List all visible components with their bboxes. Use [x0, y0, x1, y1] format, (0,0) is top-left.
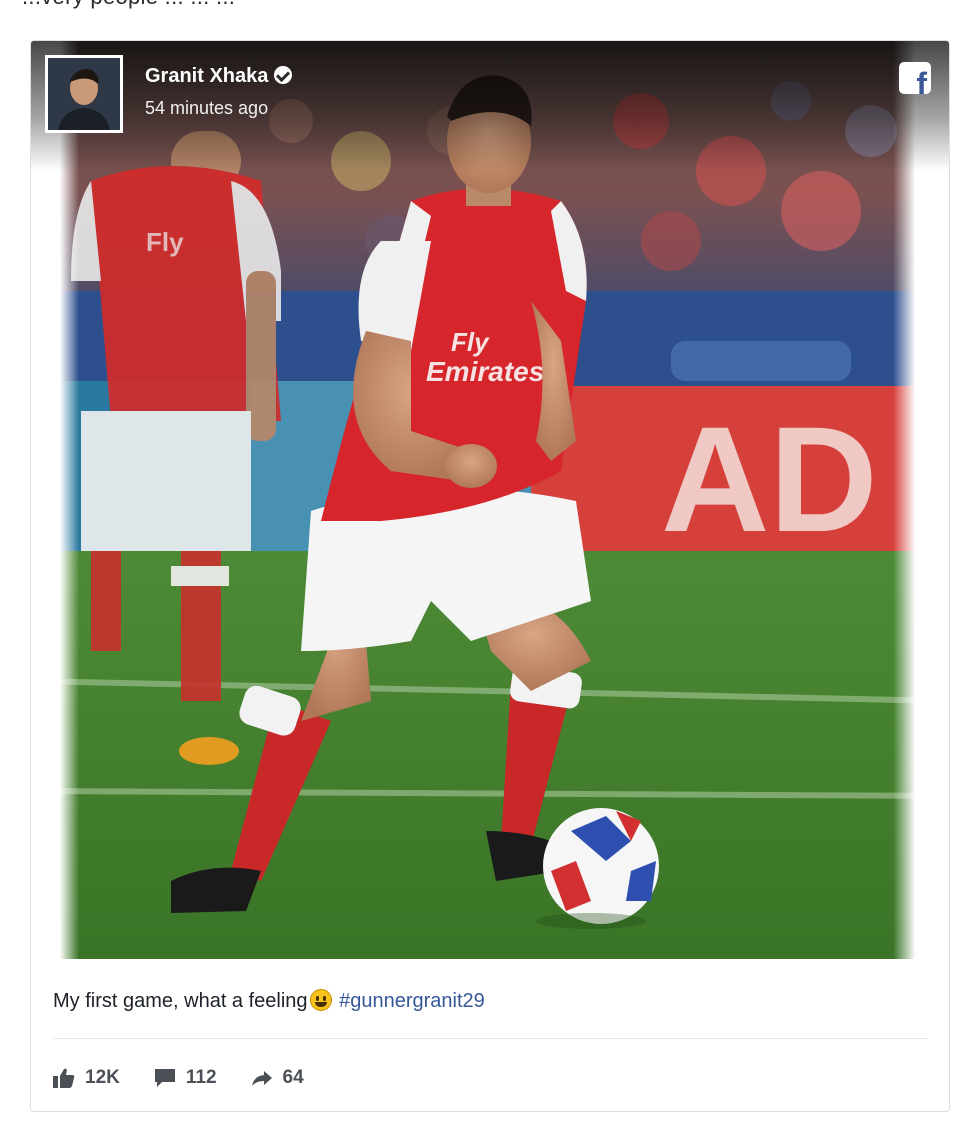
comment-count: 112: [185, 1067, 217, 1088]
post-photo[interactable]: AD Fly Fly Emirates Granit Xhaka 54 minu…: [31, 41, 949, 959]
hashtag-link[interactable]: #gunnergranit29: [339, 990, 485, 1012]
comment-bubble-icon: [154, 1069, 175, 1087]
engagement-stats: 12K 112 64: [53, 1066, 338, 1090]
verified-badge-icon: [274, 66, 293, 84]
facebook-post-card: AD Fly Fly Emirates Granit Xhaka 54 minu…: [30, 40, 950, 1112]
photo-left-margin: [31, 41, 79, 959]
thumbs-up-icon: [53, 1068, 75, 1088]
photo-right-margin: [893, 41, 949, 959]
shirt-sponsor-line2: Emirates: [426, 356, 544, 387]
shirt-sponsor-line1: Fly: [451, 327, 490, 357]
post-timestamp[interactable]: 54 minutes ago: [145, 98, 268, 119]
avatar-image: [48, 58, 120, 130]
author-name-text[interactable]: Granit Xhaka: [145, 65, 268, 87]
share-count: 64: [282, 1067, 304, 1088]
post-caption: My first game, what a feeling #gunnergra…: [53, 989, 485, 1013]
like-count: 12K: [85, 1067, 120, 1088]
author-name[interactable]: Granit Xhaka: [145, 65, 293, 88]
facebook-icon[interactable]: f: [899, 62, 931, 94]
cropped-headline: ...very people ... ... ...: [0, 0, 980, 10]
like-count-button[interactable]: 12K: [53, 1067, 120, 1089]
teammate-shirt-sponsor: Fly: [146, 227, 184, 257]
smiley-emoji-icon: [309, 989, 332, 1011]
author-avatar[interactable]: [45, 55, 123, 133]
football-match-photo: AD Fly Fly Emirates: [31, 41, 949, 959]
share-arrow-icon: [251, 1071, 272, 1086]
cropped-headline-text: ...very people ... ... ...: [22, 0, 235, 10]
comment-count-button[interactable]: 112: [154, 1067, 217, 1089]
caption-text: My first game, what a feeling: [53, 990, 308, 1012]
divider: [53, 1038, 927, 1039]
banner-text: AD: [661, 395, 878, 563]
share-count-button[interactable]: 64: [251, 1067, 304, 1089]
